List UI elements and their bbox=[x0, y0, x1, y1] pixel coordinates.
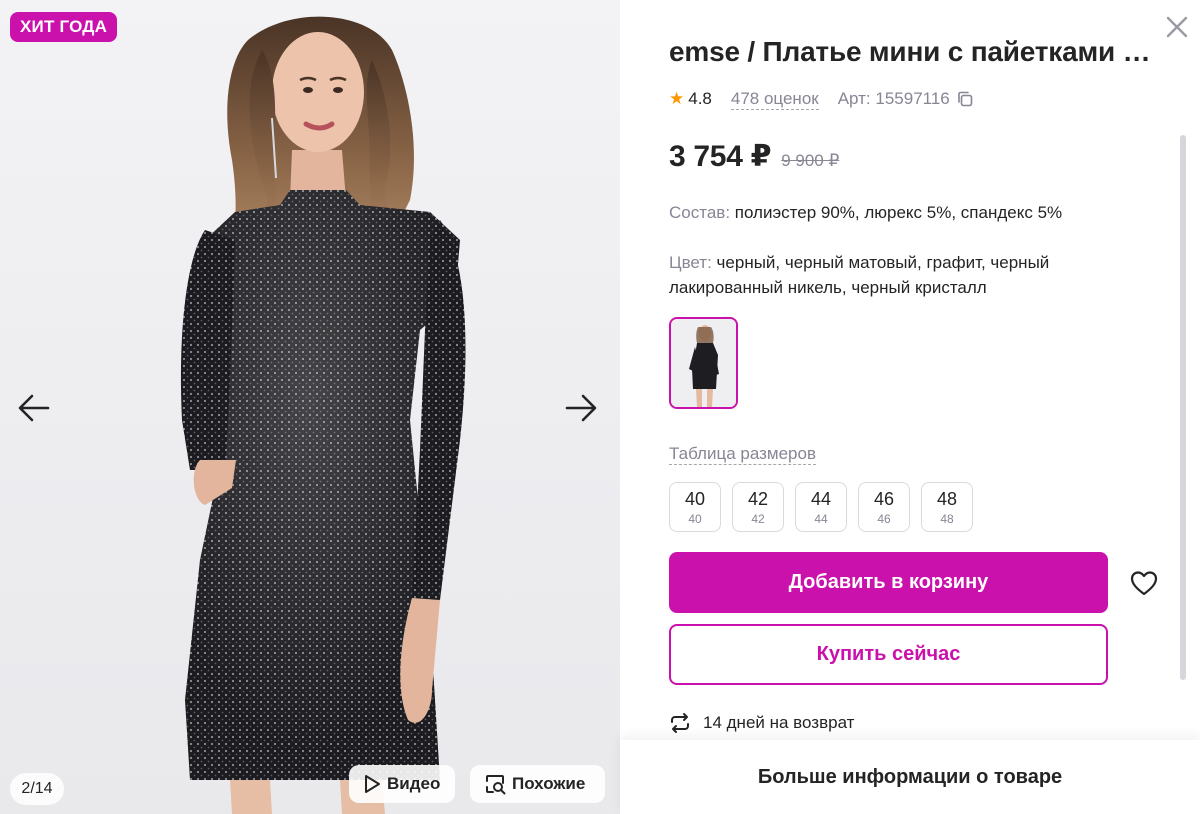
copy-article-button[interactable] bbox=[956, 90, 974, 108]
product-photo bbox=[180, 16, 466, 814]
video-button[interactable]: Видео bbox=[349, 765, 455, 803]
size-table-link[interactable]: Таблица размеров bbox=[669, 443, 816, 465]
product-title: emse / Платье мини с пайетками … bbox=[669, 36, 1151, 67]
color-variant-thumbnail[interactable] bbox=[669, 317, 738, 409]
current-price: 3 754 ₽ bbox=[669, 140, 772, 173]
add-to-cart-button[interactable]: Добавить в корзину bbox=[669, 552, 1108, 613]
copy-icon bbox=[957, 91, 973, 107]
size-selector: 40 40 42 42 44 44 46 46 48 48 bbox=[669, 482, 973, 532]
size-main: 46 bbox=[873, 489, 895, 509]
size-sub: 42 bbox=[751, 512, 765, 526]
product-meta-row: ★ 4.8 478 оценок Арт: 15597116 bbox=[669, 88, 974, 110]
size-main: 42 bbox=[747, 489, 769, 509]
reviews-link[interactable]: 478 оценок bbox=[730, 89, 819, 110]
size-sub: 44 bbox=[814, 512, 828, 526]
size-option[interactable]: 48 48 bbox=[921, 482, 973, 532]
size-sub: 48 bbox=[940, 512, 954, 526]
product-gallery: ХИТ ГОДА 2/14 Видео Похожие bbox=[0, 0, 620, 814]
size-main: 44 bbox=[810, 489, 832, 509]
play-icon bbox=[365, 775, 380, 793]
arrow-left-icon bbox=[18, 394, 50, 422]
size-sub: 46 bbox=[877, 512, 891, 526]
article-number: Арт: 15597116 bbox=[837, 89, 950, 108]
old-price: 9 900 ₽ bbox=[781, 151, 840, 170]
more-info-button[interactable]: Больше информации о товаре bbox=[620, 740, 1200, 814]
similar-button[interactable]: Похожие bbox=[470, 765, 605, 803]
return-policy-text: 14 дней на возврат bbox=[703, 713, 855, 732]
close-icon bbox=[1166, 16, 1188, 38]
buy-now-button[interactable]: Купить сейчас bbox=[669, 624, 1108, 685]
return-arrows-icon bbox=[671, 713, 689, 733]
color-value: черный, черный матовый, графит, черный л… bbox=[669, 253, 1050, 297]
star-icon: ★ bbox=[669, 89, 685, 108]
color-info: Цвет: черный, черный матовый, графит, че… bbox=[669, 250, 1109, 300]
image-search-icon bbox=[486, 775, 506, 795]
favorite-button[interactable] bbox=[1129, 568, 1159, 598]
similar-label: Похожие bbox=[512, 774, 586, 793]
product-details-panel: emse / Платье мини с пайетками … ★ 4.8 4… bbox=[620, 0, 1200, 814]
color-label: Цвет: bbox=[669, 253, 712, 272]
size-sub: 40 bbox=[688, 512, 702, 526]
image-counter: 2/14 bbox=[10, 773, 64, 805]
variant-thumbnail-image bbox=[671, 319, 736, 407]
size-option[interactable]: 46 46 bbox=[858, 482, 910, 532]
heart-icon bbox=[1130, 571, 1158, 596]
size-option[interactable]: 44 44 bbox=[795, 482, 847, 532]
hit-badge: ХИТ ГОДА bbox=[10, 12, 118, 42]
size-option[interactable]: 40 40 bbox=[669, 482, 721, 532]
size-option[interactable]: 42 42 bbox=[732, 482, 784, 532]
composition-value: полиэстер 90%, люрекс 5%, спандекс 5% bbox=[730, 203, 1063, 222]
composition: Состав: полиэстер 90%, люрекс 5%, спанде… bbox=[669, 202, 1062, 224]
arrow-right-icon bbox=[565, 394, 597, 422]
panel-scrollbar[interactable] bbox=[1180, 135, 1186, 680]
video-label: Видео bbox=[387, 774, 441, 793]
size-main: 40 bbox=[684, 489, 706, 509]
composition-label: Состав: bbox=[669, 203, 731, 222]
close-button[interactable] bbox=[1162, 12, 1192, 42]
rating-value: 4.8 bbox=[688, 89, 712, 108]
next-image-button[interactable] bbox=[561, 388, 601, 428]
prev-image-button[interactable] bbox=[14, 388, 54, 428]
return-policy: 14 дней на возврат bbox=[669, 712, 854, 734]
price-row: 3 754 ₽ 9 900 ₽ bbox=[669, 139, 839, 174]
size-main: 48 bbox=[936, 489, 958, 509]
